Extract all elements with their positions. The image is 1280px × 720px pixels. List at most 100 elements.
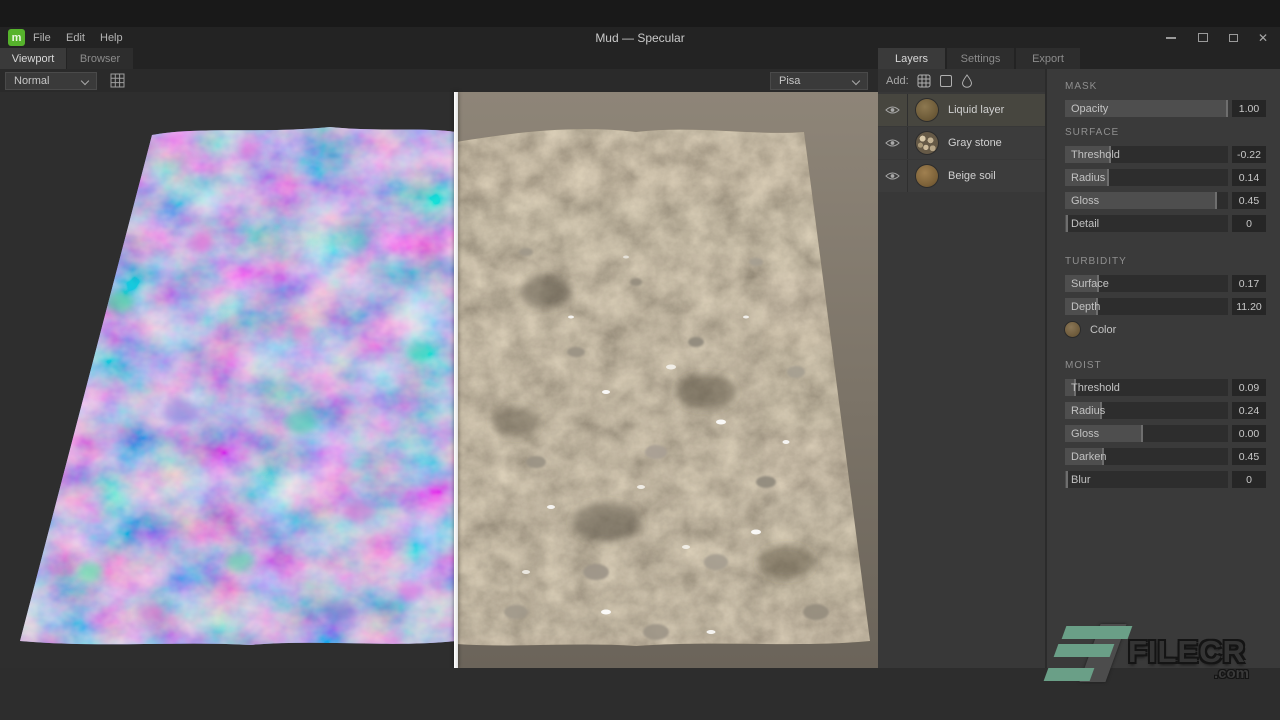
solid-layer-square-icon bbox=[939, 74, 953, 88]
chevron-down-icon bbox=[81, 77, 89, 85]
slider-darken[interactable]: Darken 0.45 bbox=[1065, 448, 1266, 465]
watermark-domain: .com bbox=[1214, 665, 1249, 682]
slider-value[interactable]: 0.45 bbox=[1232, 192, 1266, 209]
menu-file[interactable]: File bbox=[25, 27, 59, 48]
slider-label: Threshold bbox=[1071, 382, 1120, 394]
grid-toggle-button[interactable] bbox=[110, 73, 125, 93]
visibility-toggle[interactable] bbox=[878, 160, 908, 192]
close-button[interactable]: ✕ bbox=[1250, 27, 1276, 48]
slider-track[interactable]: Threshold bbox=[1065, 146, 1228, 163]
app-logo-icon[interactable]: m bbox=[8, 29, 25, 46]
slider-value[interactable]: 0 bbox=[1232, 471, 1266, 488]
slider-track[interactable]: Blur bbox=[1065, 471, 1228, 488]
tab-browser[interactable]: Browser bbox=[67, 48, 133, 69]
slider-track[interactable]: Darken bbox=[1065, 448, 1228, 465]
compare-slider-divider[interactable] bbox=[454, 92, 458, 668]
slider-value[interactable]: 0.17 bbox=[1232, 275, 1266, 292]
tab-viewport[interactable]: Viewport bbox=[0, 48, 66, 69]
slider-moist-threshold[interactable]: Threshold 0.09 bbox=[1065, 379, 1266, 396]
slider-moist-gloss[interactable]: Gloss 0.00 bbox=[1065, 425, 1266, 442]
watermark-f-bar bbox=[1062, 626, 1133, 639]
properties-panel: MASK Opacity 1.00 SURFACE Threshold -0.2… bbox=[1045, 69, 1280, 668]
slider-value[interactable]: 0.09 bbox=[1232, 379, 1266, 396]
viewport-3d[interactable] bbox=[0, 92, 878, 668]
view-mode-dropdown[interactable]: Normal bbox=[5, 72, 97, 90]
slider-label: Darken bbox=[1071, 451, 1106, 463]
slider-value[interactable]: 1.00 bbox=[1232, 100, 1266, 117]
section-header-moist: MOIST bbox=[1065, 360, 1264, 371]
visibility-toggle[interactable] bbox=[878, 94, 908, 126]
slider-value[interactable]: 0.14 bbox=[1232, 169, 1266, 186]
liquid-droplet-icon bbox=[961, 74, 973, 88]
slider-radius[interactable]: Radius 0.14 bbox=[1065, 169, 1266, 186]
slider-track[interactable]: Detail bbox=[1065, 215, 1228, 232]
slider-track[interactable]: Gloss bbox=[1065, 192, 1228, 209]
minimize-icon bbox=[1166, 37, 1176, 39]
color-swatch[interactable] bbox=[1065, 322, 1080, 337]
eye-icon bbox=[885, 171, 900, 181]
add-solid-layer-button[interactable] bbox=[939, 74, 953, 88]
add-label: Add: bbox=[886, 75, 909, 87]
menu-help[interactable]: Help bbox=[92, 27, 131, 48]
titlebar: m File Edit Help Mud — Specular ✕ bbox=[0, 27, 1280, 48]
slider-label: Gloss bbox=[1071, 195, 1099, 207]
layers-panel: Add: Liquid la bbox=[878, 69, 1045, 668]
slider-value[interactable]: 11.20 bbox=[1232, 298, 1266, 315]
layer-row-liquid-layer[interactable]: Liquid layer bbox=[878, 94, 1045, 126]
slider-label: Opacity bbox=[1071, 103, 1108, 115]
tab-export[interactable]: Export bbox=[1016, 48, 1080, 69]
tab-layers[interactable]: Layers bbox=[878, 48, 945, 69]
add-liquid-layer-button[interactable] bbox=[961, 74, 973, 88]
slider-label: Surface bbox=[1071, 278, 1109, 290]
layer-thumbnail bbox=[916, 99, 938, 121]
eye-icon bbox=[885, 138, 900, 148]
minimize-button[interactable] bbox=[1158, 27, 1184, 48]
slider-value[interactable]: 0.45 bbox=[1232, 448, 1266, 465]
layer-name: Gray stone bbox=[948, 137, 1002, 149]
slider-gloss[interactable]: Gloss 0.45 bbox=[1065, 192, 1266, 209]
slider-track[interactable]: Depth bbox=[1065, 298, 1228, 315]
slider-value[interactable]: 0 bbox=[1232, 215, 1266, 232]
visibility-toggle[interactable] bbox=[878, 127, 908, 159]
slider-track[interactable]: Surface bbox=[1065, 275, 1228, 292]
slider-value[interactable]: -0.22 bbox=[1232, 146, 1266, 163]
menu-edit[interactable]: Edit bbox=[58, 27, 93, 48]
slider-depth[interactable]: Depth 11.20 bbox=[1065, 298, 1266, 315]
watermark-f-bar bbox=[1044, 668, 1095, 681]
slider-label: Detail bbox=[1071, 218, 1099, 230]
slider-track[interactable]: Opacity bbox=[1065, 100, 1228, 117]
slider-label: Gloss bbox=[1071, 428, 1099, 440]
maximize-button[interactable] bbox=[1190, 27, 1216, 48]
turbidity-color-row: Color bbox=[1065, 321, 1266, 338]
maximize-icon bbox=[1198, 33, 1208, 42]
slider-track[interactable]: Gloss bbox=[1065, 425, 1228, 442]
slider-track[interactable]: Radius bbox=[1065, 169, 1228, 186]
environment-dropdown[interactable]: Pisa bbox=[770, 72, 868, 90]
tab-settings[interactable]: Settings bbox=[947, 48, 1014, 69]
section-header-turbidity: TURBIDITY bbox=[1065, 256, 1264, 267]
layer-thumbnail bbox=[916, 132, 938, 154]
slider-detail[interactable]: Detail 0 bbox=[1065, 215, 1266, 232]
slider-label: Blur bbox=[1071, 474, 1091, 486]
slider-blur[interactable]: Blur 0 bbox=[1065, 471, 1266, 488]
slider-track[interactable]: Radius bbox=[1065, 402, 1228, 419]
slider-track[interactable]: Threshold bbox=[1065, 379, 1228, 396]
slider-value[interactable]: 0.00 bbox=[1232, 425, 1266, 442]
layer-row-beige-soil[interactable]: Beige soil bbox=[878, 160, 1045, 192]
fill-layer-grid-icon bbox=[917, 74, 931, 88]
slider-surface[interactable]: Surface 0.17 bbox=[1065, 275, 1266, 292]
slider-threshold[interactable]: Threshold -0.22 bbox=[1065, 146, 1266, 163]
close-icon: ✕ bbox=[1258, 32, 1268, 44]
panel-tabbar: Layers Settings Export bbox=[878, 48, 1280, 69]
layer-name: Liquid layer bbox=[948, 104, 1004, 116]
slider-value[interactable]: 0.24 bbox=[1232, 402, 1266, 419]
slider-moist-radius[interactable]: Radius 0.24 bbox=[1065, 402, 1266, 419]
layer-thumbnail bbox=[916, 165, 938, 187]
eye-icon bbox=[885, 105, 900, 115]
slider-opacity[interactable]: Opacity 1.00 bbox=[1065, 100, 1266, 117]
add-fill-layer-button[interactable] bbox=[917, 74, 931, 88]
restore-button[interactable] bbox=[1220, 27, 1246, 48]
section-header-mask: MASK bbox=[1065, 81, 1264, 92]
slider-label: Threshold bbox=[1071, 149, 1120, 161]
layer-row-gray-stone[interactable]: Gray stone bbox=[878, 127, 1045, 159]
